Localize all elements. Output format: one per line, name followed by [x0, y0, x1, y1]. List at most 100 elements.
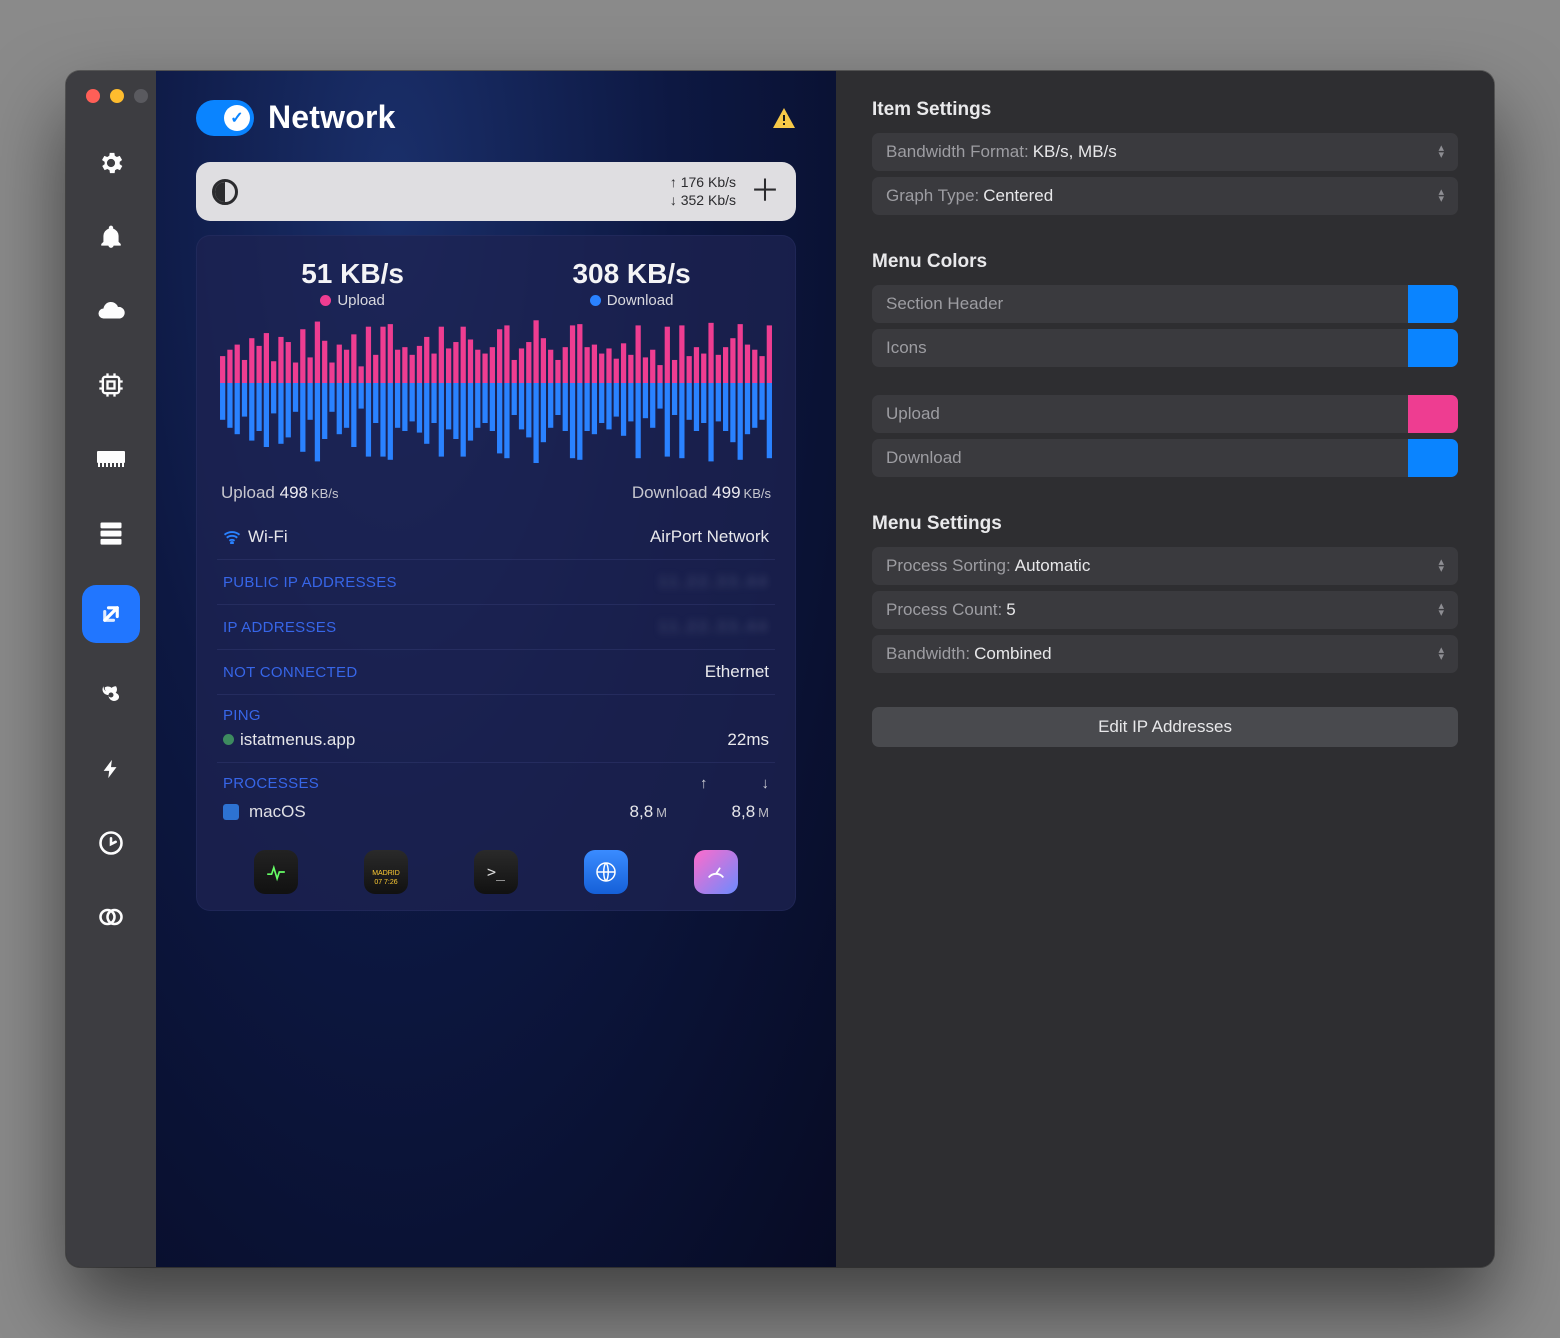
color-section-header[interactable]: Section Header — [872, 285, 1458, 323]
sidebar-item-sensors[interactable] — [89, 673, 133, 717]
minimize-button[interactable] — [110, 89, 124, 103]
menubar-up-rate: ↑ 176 Kb/s — [670, 174, 736, 192]
sidebar-item-weather[interactable] — [89, 289, 133, 333]
sidebar-item-cpu[interactable] — [89, 363, 133, 407]
menubar-widget[interactable]: ↑ 176 Kb/s ↓ 352 Kb/s ＋ — [196, 162, 796, 221]
apps-row: MADRID07 7:26 >_ — [217, 850, 775, 894]
sidebar-item-disks[interactable] — [89, 511, 133, 555]
chevron-updown-icon: ▴▾ — [1438, 647, 1444, 661]
item-settings-section: Item Settings Bandwidth Format: KB/s, MB… — [872, 99, 1458, 215]
totals-row: Upload 498KB/s Download 499KB/s — [217, 483, 775, 515]
edit-ip-addresses-button[interactable]: Edit IP Addresses — [872, 707, 1458, 747]
bolt-icon — [100, 755, 122, 783]
app-shortcut[interactable] — [584, 850, 628, 894]
close-button[interactable] — [86, 89, 100, 103]
menu-colors-section: Menu Colors Section Header Icons Upload … — [872, 251, 1458, 477]
down-arrow-icon: ↓ — [762, 775, 770, 792]
ping-row[interactable]: PING istatmenus.app 22ms — [217, 694, 775, 762]
sidebar-item-time[interactable] — [89, 821, 133, 865]
not-connected-label: NOT CONNECTED — [223, 664, 357, 681]
chevron-updown-icon: ▴▾ — [1438, 189, 1444, 203]
bell-icon — [98, 224, 124, 250]
cpu-icon — [97, 371, 125, 399]
chevron-updown-icon: ▴▾ — [1438, 559, 1444, 573]
ip-value: 11.22.33.44 — [658, 617, 769, 637]
menubar-rates: ↑ 176 Kb/s ↓ 352 Kb/s ＋ — [670, 174, 780, 209]
app-shortcut[interactable] — [694, 850, 738, 894]
download-total-unit: KB/s — [744, 486, 771, 501]
gear-icon — [97, 149, 125, 177]
memory-icon — [96, 448, 126, 470]
globe-icon — [594, 860, 618, 884]
ping-host: istatmenus.app — [240, 730, 355, 749]
add-widget-button[interactable]: ＋ — [750, 177, 780, 207]
ping-label: PING — [223, 707, 769, 724]
chevron-updown-icon: ▴▾ — [1438, 603, 1444, 617]
item-settings-title: Item Settings — [872, 99, 1458, 121]
preview-header: ✓ Network — [196, 99, 796, 136]
metric-download: 308 KB/s Download — [572, 258, 690, 309]
window-controls — [86, 89, 148, 103]
process-count-select[interactable]: Process Count: 5 ▴▾ — [872, 591, 1458, 629]
color-swatch[interactable] — [1408, 439, 1458, 477]
drives-icon — [97, 519, 125, 547]
chevron-updown-icon: ▴▾ — [1438, 145, 1444, 159]
cloud-icon — [96, 296, 126, 326]
sidebar-item-combined[interactable] — [89, 895, 133, 939]
process-up-value: 8,8 — [630, 802, 654, 821]
process-name: macOS — [249, 802, 306, 822]
ip-label: IP ADDRESSES — [223, 619, 336, 636]
module-toggle[interactable]: ✓ — [196, 100, 254, 136]
public-ip-row[interactable]: PUBLIC IP ADDRESSES 11.22.33.44 — [217, 559, 775, 604]
interface-row[interactable]: Wi-Fi AirPort Network — [217, 515, 775, 559]
sidebar-item-memory[interactable] — [89, 437, 133, 481]
speedtest-icon — [705, 861, 727, 883]
dropdown-preview: 51 KB/s Upload 308 KB/s Download Upload … — [196, 235, 796, 911]
menu-colors-title: Menu Colors — [872, 251, 1458, 273]
process-sorting-select[interactable]: Process Sorting: Automatic ▴▾ — [872, 547, 1458, 585]
ping-value: 22ms — [727, 730, 769, 750]
public-ip-label: PUBLIC IP ADDRESSES — [223, 574, 397, 591]
download-total-value: 499 — [712, 483, 740, 502]
warning-icon[interactable] — [772, 107, 796, 129]
metric-upload-value: 51 KB/s — [301, 258, 404, 290]
metric-upload-label: Upload — [337, 292, 385, 309]
app-shortcut[interactable]: >_ — [474, 850, 518, 894]
not-connected-row[interactable]: NOT CONNECTED Ethernet — [217, 649, 775, 694]
activity-monitor-icon — [265, 861, 287, 883]
sidebar-item-notifications[interactable] — [89, 215, 133, 259]
processes-row[interactable]: PROCESSES ↑↓ macOS 8,8M 8,8M — [217, 762, 775, 834]
color-icons[interactable]: Icons — [872, 329, 1458, 367]
sidebar-item-battery[interactable] — [89, 747, 133, 791]
usage-circle-icon — [212, 179, 238, 205]
color-upload[interactable]: Upload — [872, 395, 1458, 433]
sidebar — [66, 71, 156, 1267]
fan-icon — [96, 680, 126, 710]
menubar-down-rate: ↓ 352 Kb/s — [670, 192, 736, 210]
color-swatch[interactable] — [1408, 285, 1458, 323]
zoom-button[interactable] — [134, 89, 148, 103]
color-download[interactable]: Download — [872, 439, 1458, 477]
not-connected-value: Ethernet — [705, 662, 769, 682]
color-swatch[interactable] — [1408, 395, 1458, 433]
combined-icon — [97, 903, 125, 931]
sidebar-item-network[interactable] — [82, 585, 140, 643]
ip-row[interactable]: IP ADDRESSES 11.22.33.44 — [217, 604, 775, 649]
metric-download-value: 308 KB/s — [572, 258, 690, 290]
color-swatch[interactable] — [1408, 329, 1458, 367]
metric-download-label: Download — [607, 292, 674, 309]
graph-type-select[interactable]: Graph Type: Centered ▴▾ — [872, 177, 1458, 215]
bandwidth-format-select[interactable]: Bandwidth Format: KB/s, MB/s ▴▾ — [872, 133, 1458, 171]
settings-panel: Item Settings Bandwidth Format: KB/s, MB… — [836, 71, 1494, 1267]
download-total-label: Download — [632, 483, 708, 502]
check-icon: ✓ — [224, 105, 250, 131]
wifi-icon — [223, 530, 241, 544]
app-shortcut[interactable]: MADRID07 7:26 — [364, 850, 408, 894]
bandwidth-select[interactable]: Bandwidth: Combined ▴▾ — [872, 635, 1458, 673]
sidebar-item-general[interactable] — [89, 141, 133, 185]
app-shortcut[interactable] — [254, 850, 298, 894]
public-ip-value: 11.22.33.44 — [658, 572, 769, 592]
upload-total-value: 498 — [280, 483, 308, 502]
preview-panel: ✓ Network ↑ 176 Kb/s ↓ 352 Kb/s ＋ 51 KB/… — [156, 71, 836, 1267]
menu-settings-section: Menu Settings Process Sorting: Automatic… — [872, 513, 1458, 747]
